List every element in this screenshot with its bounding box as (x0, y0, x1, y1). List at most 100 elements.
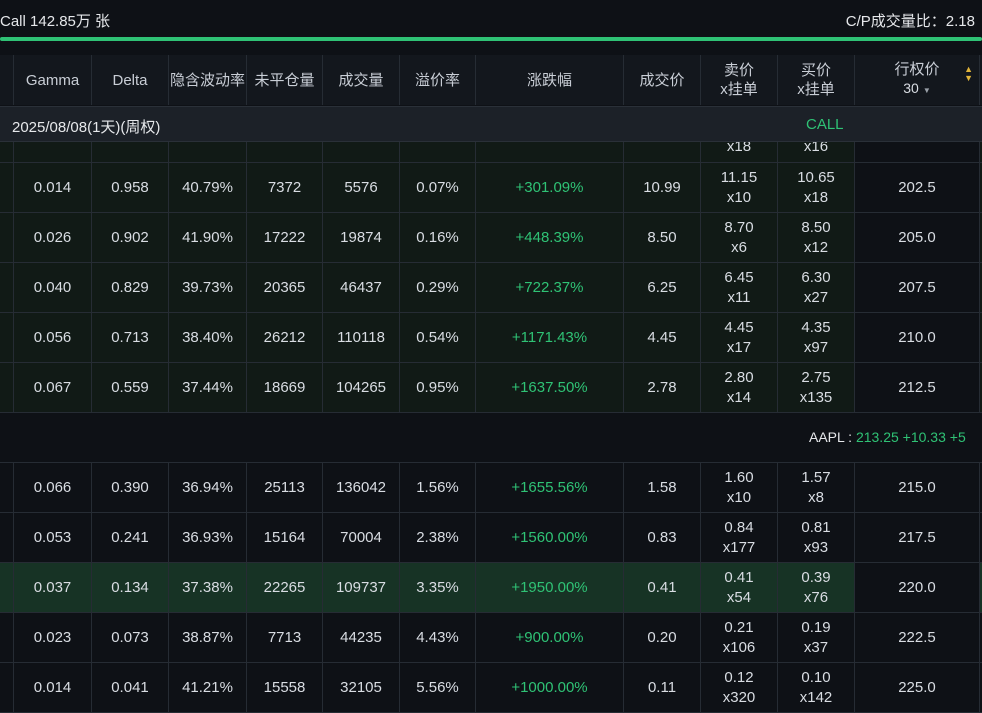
table-row[interactable]: 0.037 0.134 37.38% 22265 109737 3.35% +1950.00… (0, 563, 982, 613)
col-iv[interactable]: 隐含波动率 (169, 55, 247, 105)
bid-price: 8.50 (801, 218, 831, 236)
bid-cell[interactable]: 2.75 x135 (778, 363, 855, 412)
ask-cell[interactable]: 11.15 x10 (701, 163, 778, 212)
col-strike[interactable]: 行权价 30 ▼ ▲ ▼ (855, 55, 980, 105)
bid-price: 10.65 (797, 168, 835, 186)
col-last-price[interactable]: 成交价 (624, 55, 701, 105)
ask-price: 0.41 (724, 568, 754, 586)
premium-cell: 0.29% (400, 263, 476, 312)
expiry-date: 2025/08/08(1天)(周权) (12, 119, 161, 136)
bid-cell[interactable]: 0.10 x142 (778, 663, 855, 712)
ask-size: x11 (727, 288, 751, 306)
table-row[interactable]: 0.023 0.073 38.87% 7713 44235 4.43% +900.00% 0.… (0, 613, 982, 663)
bid-size: x97 (803, 338, 829, 356)
oi-cell: 18669 (247, 363, 323, 412)
change-cell: +1000.00% (476, 663, 624, 712)
call-volume-text: Call 142.85万 张 (0, 13, 111, 30)
ask-cell[interactable]: 6.45 x11 (701, 263, 778, 312)
strike-cell: 207.5 (855, 263, 980, 312)
strike-cell: 225.0 (855, 663, 980, 712)
table-header: Gamma Delta 隐含波动率 未平仓量 成交量 溢价率 涨跌幅 成交价 卖… (0, 55, 982, 105)
delta-cell: 0.559 (92, 363, 169, 412)
ask-cell[interactable]: 1.60 x10 (701, 463, 778, 512)
call-put-ratio-bar (0, 37, 982, 41)
underlying-price: 213.25 +10.33 +5 (855, 429, 966, 445)
change-cell: +301.09% (476, 163, 624, 212)
bid-cell[interactable]: 8.50 x12 (778, 213, 855, 262)
strike-count-value: 30 (903, 80, 919, 96)
strike-count-select[interactable]: 30 ▼ (903, 79, 931, 100)
ask-size: x54 (726, 588, 752, 606)
oi-cell: 26212 (247, 313, 323, 362)
table-row[interactable]: 0.014 0.958 40.79% 7372 5576 0.07% +301.09% 10.… (0, 163, 982, 213)
premium-cell: 0.16% (400, 213, 476, 262)
iv-cell: 38.87% (169, 613, 247, 662)
bid-size: x12 (803, 238, 829, 256)
strike-cell: 220.0 (855, 563, 980, 612)
delta-cell: 0.073 (92, 613, 169, 662)
bid-cell[interactable]: 0.81 x93 (778, 513, 855, 562)
table-row[interactable]: 0.014 0.041 41.21% 15558 32105 5.56% +1000.00%… (0, 663, 982, 713)
bid-price: 4.35 (801, 318, 831, 336)
premium-cell: 1.56% (400, 463, 476, 512)
bid-size: x93 (803, 538, 829, 556)
col-ask[interactable]: 卖价 x挂单 (701, 55, 778, 105)
bid-price: 0.10 (801, 668, 831, 686)
table-row[interactable]: 0.066 0.390 36.94% 25113 136042 1.56% +1655.56… (0, 463, 982, 513)
col-open-interest[interactable]: 未平仓量 (247, 55, 323, 105)
bid-cell[interactable]: 0.39 x76 (778, 563, 855, 612)
underlying-symbol: AAPL : (809, 429, 856, 445)
last-price-cell: 0.11 (624, 663, 701, 712)
sort-icon[interactable]: ▲ ▼ (964, 65, 973, 83)
table-row[interactable]: 0.053 0.241 36.93% 15164 70004 2.38% +1560.00%… (0, 513, 982, 563)
gamma-cell: 0.040 (14, 263, 92, 312)
iv-cell: 36.93% (169, 513, 247, 562)
row-spacer (0, 663, 14, 712)
ask-cell[interactable]: 0.41 x54 (701, 563, 778, 612)
col-volume[interactable]: 成交量 (323, 55, 400, 105)
expiry-bar[interactable]: 2025/08/08(1天)(周权) CALL (0, 106, 982, 142)
col-change[interactable]: 涨跌幅 (476, 55, 624, 105)
premium-cell: 2.38% (400, 513, 476, 562)
ask-price: 11.15 (720, 168, 758, 186)
last-price-cell: 0.83 (624, 513, 701, 562)
col-premium[interactable]: 溢价率 (400, 55, 476, 105)
ask-cell[interactable]: 4.45 x17 (701, 313, 778, 362)
delta-cell: 0.902 (92, 213, 169, 262)
strike-cell: 215.0 (855, 463, 980, 512)
ask-cell[interactable]: 0.21 x106 (701, 613, 778, 662)
volume-cell: 44235 (323, 613, 400, 662)
row-spacer (0, 213, 14, 262)
bid-cell[interactable]: 4.35 x97 (778, 313, 855, 362)
ask-cell[interactable]: 0.12 x320 (701, 663, 778, 712)
row-spacer (0, 513, 14, 562)
expiry-side-label: CALL (806, 116, 844, 133)
premium-cell: 4.43% (400, 613, 476, 662)
gamma-cell: 0.056 (14, 313, 92, 362)
premium-cell: 5.56% (400, 663, 476, 712)
change-cell: +722.37% (476, 263, 624, 312)
table-row[interactable]: 0.067 0.559 37.44% 18669 104265 0.95% +1637.50… (0, 363, 982, 413)
underlying-quote: AAPL : 213.25 +10.33 +5 (809, 429, 966, 445)
ask-price: 2.80 (724, 368, 754, 386)
ask-cell[interactable]: 0.84 x177 (701, 513, 778, 562)
bid-cell[interactable]: 1.57 x8 (778, 463, 855, 512)
delta-cell: 0.390 (92, 463, 169, 512)
bid-size: x76 (803, 588, 829, 606)
strike-cell: 212.5 (855, 363, 980, 412)
bid-cell[interactable]: 6.30 x27 (778, 263, 855, 312)
col-bid[interactable]: 买价 x挂单 (778, 55, 855, 105)
ask-cell[interactable]: 8.70 x6 (701, 213, 778, 262)
col-gamma[interactable]: Gamma (14, 55, 92, 105)
volume-cell: 110118 (323, 313, 400, 362)
table-row[interactable]: 0.026 0.902 41.90% 17222 19874 0.16% +448.39% 8… (0, 213, 982, 263)
gamma-cell: 0.067 (14, 363, 92, 412)
col-delta[interactable]: Delta (92, 55, 169, 105)
bid-price: 0.81 (801, 518, 831, 536)
ask-size: x6 (731, 238, 747, 256)
ask-cell[interactable]: 2.80 x14 (701, 363, 778, 412)
table-row[interactable]: 0.056 0.713 38.40% 26212 110118 0.54% +1171.43… (0, 313, 982, 363)
bid-cell[interactable]: 10.65 x18 (778, 163, 855, 212)
bid-cell[interactable]: 0.19 x37 (778, 613, 855, 662)
table-row[interactable]: 0.040 0.829 39.73% 20365 46437 0.29% +722.37% 6… (0, 263, 982, 313)
